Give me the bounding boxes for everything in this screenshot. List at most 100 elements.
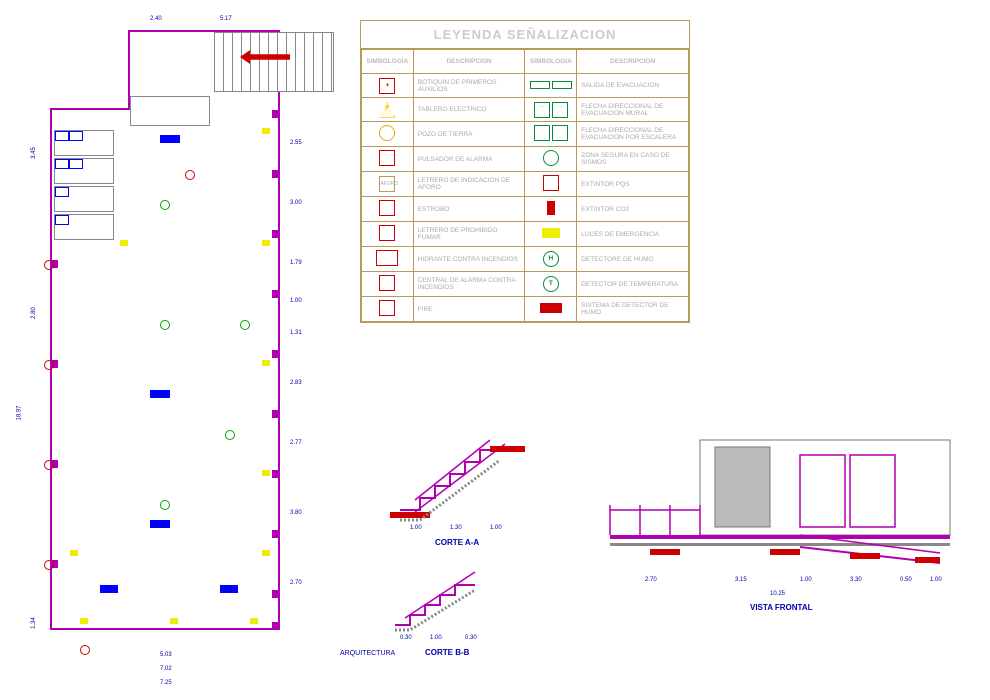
blue-marker-icon (100, 585, 118, 593)
blue-marker-icon (220, 585, 238, 593)
bathroom (54, 186, 114, 212)
fixture-icon (55, 131, 69, 141)
section-title: CORTE A-A (435, 538, 479, 547)
alarm-pull-icon (379, 150, 395, 166)
column-mark-icon (272, 622, 280, 630)
stair-block (214, 32, 334, 92)
section-corte-a: 1.00 1.30 1.00 CORTE A-A (380, 420, 540, 560)
dimension-label: 1.00 (290, 298, 302, 304)
stair-section-icon (380, 420, 540, 530)
column-mark-icon (272, 470, 280, 478)
front-elevation-icon (600, 435, 960, 575)
dimension-label: 1.00 (410, 525, 422, 531)
dimension-label: 1.00 (930, 577, 942, 583)
legend-desc: EXTINTOR CO2 (577, 197, 689, 222)
legend-desc: FLECHA DIRECCIONAL DE EVACUACION POR ESC… (577, 122, 689, 147)
dimension-label: 2.80 (31, 307, 37, 319)
dimension-label: 1.31 (290, 330, 302, 336)
dimension-label: 2.77 (290, 440, 302, 446)
section-title: CORTE B-B (425, 648, 469, 657)
floor-plan: 2.40 5.17 5.03 7.02 7.25 2.55 3.00 1.79 … (10, 10, 340, 690)
legend-hdr: SIMBOLOGIA (525, 50, 577, 74)
dimension-label: 3.30 (850, 577, 862, 583)
column-mark-icon (272, 530, 280, 538)
dimension-label: 1.00 (800, 577, 812, 583)
legend-desc: BOTIQUIN DE PRIMEROS AUXILIOS (413, 74, 525, 98)
alarm-icon (44, 360, 54, 370)
legend-desc: SALIDA DE EVACUACION (577, 74, 689, 98)
emergency-light-icon (262, 240, 270, 246)
section-title: VISTA FRONTAL (750, 603, 813, 612)
hydrant-icon (376, 250, 398, 266)
no-smoking-icon (379, 225, 395, 241)
legend-desc: TABLERO ELECTRICO (413, 98, 525, 122)
legend-desc: SISTEMA DE DETECTOR DE HUMO (577, 297, 689, 322)
room-partition (130, 96, 210, 126)
legend-desc: LETRERO DE PROHIBIDO FUMAR (413, 222, 525, 247)
dimension-label: 3.00 (290, 200, 302, 206)
column-mark-icon (272, 170, 280, 178)
arrow-green-icon: ←→ (534, 102, 568, 118)
legend-title: LEYENDA SEÑALIZACION (361, 21, 689, 49)
dimension-label: 2.83 (290, 380, 302, 386)
alarm-icon (80, 645, 90, 655)
legend-desc: EXTINTOR PQS (577, 172, 689, 197)
emergency-light-icon (70, 550, 78, 556)
legend-desc: FLECHA DIRECCIONAL DE EVACUACION MURAL (577, 98, 689, 122)
smoke-detector-icon (225, 430, 235, 440)
smoke-detector-icon (160, 500, 170, 510)
dimension-label: 5.03 (160, 652, 172, 658)
legend-box: LEYENDA SEÑALIZACION SIMBOLOGIA DESCRIPC… (360, 20, 690, 323)
dimension-label: 1.00 (490, 525, 502, 531)
ground-well-icon (379, 125, 395, 141)
dimension-label: 1.79 (290, 260, 302, 266)
bathroom (54, 214, 114, 240)
emergency-light-icon (262, 128, 270, 134)
dimension-label: 10.25 (770, 591, 785, 597)
emergency-light-icon (80, 618, 88, 624)
emergency-light-icon (262, 360, 270, 366)
stair-section-b-icon (380, 560, 520, 640)
blue-marker-icon (150, 520, 170, 528)
dimension-label: 1.00 (430, 635, 442, 641)
legend-desc: HIDRANTE CONTRA INCENDIOS (413, 247, 525, 272)
column-mark-icon (272, 590, 280, 598)
vista-frontal: 2.70 3.15 1.00 3.30 0.50 1.00 10.25 VIST… (600, 435, 960, 615)
blue-marker-icon (160, 135, 180, 143)
column-mark-icon (272, 290, 280, 298)
bathroom (54, 158, 114, 184)
smoke-detector-icon (160, 200, 170, 210)
dimension-label: 2.70 (290, 580, 302, 586)
extintor-pqs-icon (543, 175, 559, 191)
dimension-label: 3.80 (290, 510, 302, 516)
smoke-detector-icon (160, 320, 170, 330)
column-mark-icon (272, 230, 280, 238)
column-mark-icon (272, 110, 280, 118)
dimension-label: 1.34 (31, 617, 37, 629)
legend-desc: DETECTORE DE HUMO (577, 247, 689, 272)
dimension-label: 2.70 (645, 577, 657, 583)
arquitectura-label: ARQUITECTURA (340, 650, 395, 657)
section-corte-b: 0.30 1.00 0.30 CORTE B-B (380, 560, 530, 660)
seismic-zone-icon (543, 150, 559, 166)
fixture-icon (55, 159, 69, 169)
legend-desc: CENTRAL DE ALARMA CONTRA INCENDIOS (413, 272, 525, 297)
fixture-icon (55, 187, 69, 197)
legend-desc: PULSADOR DE ALARMA (413, 147, 525, 172)
emergency-light-icon (262, 470, 270, 476)
alarm-central-icon (379, 275, 395, 291)
first-aid-icon: + (379, 78, 395, 94)
alarm-icon (44, 460, 54, 470)
legend-table: SIMBOLOGIA DESCRIPCION SIMBOLOGIA DESCRI… (361, 49, 689, 322)
dimension-label: 7.02 (160, 666, 172, 672)
dimension-label: 1.30 (450, 525, 462, 531)
emergency-light-icon (542, 228, 560, 238)
fixture-icon (55, 215, 69, 225)
legend-desc: FIRE (413, 297, 525, 322)
smoke-detector-icon (240, 320, 250, 330)
dimension-label: 2.40 (150, 16, 162, 22)
legend-desc: ESTROBO (413, 197, 525, 222)
electric-panel-icon: ⚡ (379, 102, 395, 118)
alarm-icon (44, 560, 54, 570)
salida-icon (530, 81, 572, 89)
